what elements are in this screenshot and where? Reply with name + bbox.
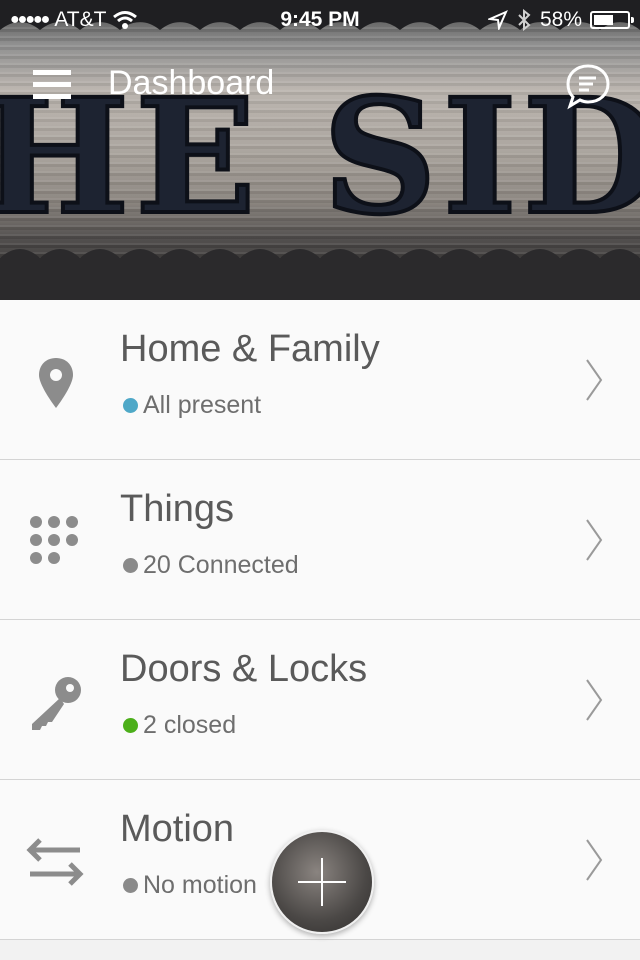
location-pin-icon — [39, 358, 73, 408]
page-title: Dashboard — [108, 64, 275, 102]
list-item-status: No motion — [123, 871, 257, 900]
bluetooth-icon — [518, 9, 531, 31]
location-arrow-icon — [487, 10, 508, 30]
chat-bubble-icon[interactable] — [564, 62, 612, 110]
status-dot — [123, 878, 138, 893]
list-item-title: Home & Family — [120, 328, 380, 370]
status-bar: ●●●●● AT&T 9:45 PM 58% — [0, 0, 640, 40]
chevron-right-icon — [586, 679, 603, 721]
status-dot — [123, 718, 138, 733]
list-item-home-family[interactable]: Home & Family All present — [0, 300, 640, 460]
list-item-doors-locks[interactable]: Doors & Locks 2 closed — [0, 620, 640, 780]
chevron-right-icon — [586, 839, 603, 881]
battery-percent: 58% — [539, 8, 582, 31]
chevron-right-icon — [586, 359, 603, 401]
list-item-status: 20 Connected — [123, 551, 299, 580]
hamburger-menu-icon[interactable] — [33, 70, 71, 100]
list-item-status-text: All present — [143, 391, 262, 419]
list-item-title: Things — [120, 488, 235, 530]
status-dot — [123, 398, 138, 413]
list-item-status: All present — [123, 391, 261, 420]
list-item-status-text: 2 closed — [143, 711, 237, 739]
list-item-title: Doors & Locks — [120, 648, 368, 690]
sign-image: HE SIDDIQ — [0, 0, 640, 300]
list-item-title: Motion — [120, 808, 235, 850]
dots-grid-icon — [30, 516, 78, 564]
nav-bar: Dashboard — [0, 56, 640, 116]
battery-icon — [590, 11, 634, 29]
header-background: HE SIDDIQ — [0, 0, 640, 300]
list-item-status-text: 20 Connected — [143, 551, 299, 579]
arrows-swap-icon — [26, 838, 84, 886]
list-item-status-text: No motion — [143, 871, 257, 899]
status-dot — [123, 558, 138, 573]
plus-icon — [298, 858, 346, 906]
add-button[interactable] — [270, 830, 374, 934]
list-item-status: 2 closed — [123, 711, 236, 740]
list-item-things[interactable]: Things 20 Connected — [0, 460, 640, 620]
key-icon — [32, 677, 81, 730]
chevron-right-icon — [586, 519, 603, 561]
